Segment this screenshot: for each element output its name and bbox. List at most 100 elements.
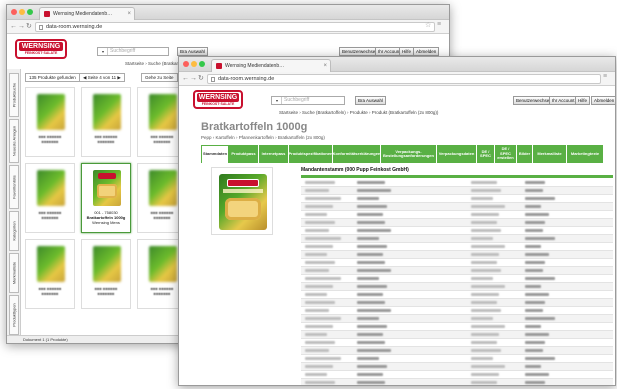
attribute-row <box>301 243 613 251</box>
product-card[interactable]: ■■■ ■■■■■■ ■■■■■■■ <box>25 163 75 233</box>
attribute-row <box>301 299 613 307</box>
front-address-bar: ← → ↻ data-room.wernsing.de ≡ <box>179 72 615 86</box>
vtab-product-search[interactable]: Produktsuche <box>9 73 19 117</box>
product-card[interactable]: ■■■ ■■■■■■ ■■■■■■■ <box>81 239 131 309</box>
product-card[interactable]: ■■■ ■■■■■■ ■■■■■■■ <box>25 239 75 309</box>
attribute-row <box>301 203 613 211</box>
tab-verpackungsdaten[interactable]: Verpackungsdaten <box>437 145 477 163</box>
attribute-label <box>305 269 329 272</box>
tab-marketingtexte[interactable]: Marketingtexte <box>567 145 603 163</box>
back-title-bar: Wernsing Mediendatenb… × <box>7 5 449 20</box>
logo-tagline: FEINKOST·SALATE <box>24 51 58 55</box>
product-card[interactable]: ■■■ ■■■■■■ ■■■■■■■ <box>25 87 75 157</box>
search-button[interactable]: Bra Auswahl <box>177 47 209 56</box>
help-button[interactable]: Hilfe <box>399 47 415 56</box>
maximize-window-button[interactable] <box>199 61 205 67</box>
tab-produktpass[interactable]: Produktpass <box>229 145 259 163</box>
package-food-photo <box>225 198 261 220</box>
wernsing-logo[interactable]: WERNSING FEINKOST·SALATE <box>193 90 243 109</box>
product-image[interactable] <box>211 167 273 235</box>
vtab-categories[interactable]: Kategorien <box>9 211 19 251</box>
attribute-value <box>525 341 545 344</box>
tab-spezifikationen[interactable]: Produktspezifikationen <box>289 145 333 163</box>
tab-merkmalliste[interactable]: Merkmalliste <box>533 145 567 163</box>
breadcrumb: Startseite › Suche (Bratkartoffeln) › Pr… <box>279 110 439 115</box>
attribute-label <box>471 373 499 376</box>
goto-page-button[interactable]: Gehe zu Seite <box>141 73 178 82</box>
close-window-button[interactable] <box>11 9 17 15</box>
forward-arrow-icon[interactable]: → <box>190 74 197 84</box>
attribute-value <box>525 309 543 312</box>
attribute-value <box>357 269 391 272</box>
tab-internetpass[interactable]: Internetpass <box>259 145 289 163</box>
attribute-row <box>301 339 613 347</box>
search-input[interactable]: ▾ Suchbegriff <box>97 47 169 56</box>
attribute-label <box>305 277 341 280</box>
attribute-label <box>305 333 327 336</box>
attribute-label <box>471 229 501 232</box>
attribute-label <box>471 357 493 360</box>
tab-de-spec[interactable]: DE / SPEC <box>477 145 495 163</box>
logout-button[interactable]: Abmelden <box>591 96 615 105</box>
url-field[interactable]: data-room.wernsing.de <box>207 74 601 84</box>
wernsing-logo[interactable]: WERNSING FEINKOST·SALATE <box>15 39 67 59</box>
left-vertical-tabs: Produktsuche Neueste Anlagen Favoritenli… <box>7 69 21 337</box>
product-card-caption: ■■■ ■■■■■■ ■■■■■■■ <box>38 286 62 296</box>
back-arrow-icon[interactable]: ← <box>182 74 189 84</box>
attribute-label <box>305 205 333 208</box>
switch-user-button[interactable]: Benutzerwechsel <box>513 96 554 105</box>
attribute-value <box>357 317 379 320</box>
bookmark-star-icon[interactable]: ☆ <box>425 21 431 29</box>
switch-user-button[interactable]: Benutzerwechsel <box>339 47 380 56</box>
search-input[interactable]: ▾ Suchbegriff <box>271 96 345 105</box>
vtab-attribute-list[interactable]: Merkmalliste <box>9 253 19 293</box>
tab-verpackungs-bestellung[interactable]: Verpackungs-Bestellungsanforderungen <box>381 145 437 163</box>
package-label <box>223 189 263 193</box>
minimize-window-button[interactable] <box>19 9 25 15</box>
attribute-label <box>471 341 497 344</box>
reload-icon[interactable]: ↻ <box>26 22 32 32</box>
attribute-row <box>301 251 613 259</box>
url-field[interactable]: data-room.wernsing.de <box>35 22 435 32</box>
maximize-window-button[interactable] <box>27 9 33 15</box>
reload-icon[interactable]: ↻ <box>198 74 204 84</box>
attribute-value <box>525 357 555 360</box>
minimize-window-button[interactable] <box>191 61 197 67</box>
tab-bilder[interactable]: Bilder <box>517 145 533 163</box>
logout-button[interactable]: Abmelden <box>413 47 440 56</box>
attribute-label <box>471 261 497 264</box>
pager[interactable]: ◀ Seite 4 von 11 ▶ <box>79 73 125 82</box>
attribute-value <box>357 309 391 312</box>
close-tab-icon[interactable]: × <box>323 60 327 72</box>
attribute-value <box>525 365 541 368</box>
search-scope-dropdown[interactable]: ▾ <box>99 48 108 55</box>
attribute-row <box>301 347 613 355</box>
logo-wordmark: WERNSING <box>19 42 63 51</box>
help-button[interactable]: Hilfe <box>575 96 591 105</box>
vtab-product-types[interactable]: Produkttypen <box>9 295 19 335</box>
attribute-value <box>525 285 541 288</box>
tab-konformitaet[interactable]: Konformitätserklärungen <box>333 145 381 163</box>
menu-icon[interactable]: ≡ <box>437 21 441 28</box>
attribute-label <box>305 309 329 312</box>
search-scope-dropdown[interactable]: ▾ <box>273 97 282 104</box>
account-button[interactable]: Ihr Account <box>549 96 578 105</box>
attribute-value <box>357 357 379 360</box>
vtab-favorites[interactable]: Favoritenliste <box>9 165 19 209</box>
search-button[interactable]: Bra Auswahl <box>355 96 387 105</box>
product-card-caption: ■■■ ■■■■■■ ■■■■■■■ <box>38 210 62 220</box>
tab-stammdaten[interactable]: Stammdaten <box>201 145 229 163</box>
menu-icon[interactable]: ≡ <box>603 73 607 80</box>
selected-product-card[interactable]: 001 - 758030 Bratkartoffeln 1000g Wernsi… <box>81 163 131 233</box>
back-arrow-icon[interactable]: ← <box>10 22 17 32</box>
browser-tab[interactable]: Wernsing Mediendatenb… × <box>39 7 135 20</box>
product-card[interactable]: ■■■ ■■■■■■ ■■■■■■■ <box>81 87 131 157</box>
tab-de-spec-erstellen[interactable]: DE / SPEC erstellen <box>495 145 517 163</box>
close-tab-icon[interactable]: × <box>127 8 131 20</box>
attribute-row <box>301 363 613 371</box>
attribute-row <box>301 323 613 331</box>
close-window-button[interactable] <box>183 61 189 67</box>
vtab-newest[interactable]: Neueste Anlagen <box>9 119 19 163</box>
forward-arrow-icon[interactable]: → <box>18 22 25 32</box>
browser-tab[interactable]: Wernsing Mediendatenb… × <box>211 59 331 72</box>
